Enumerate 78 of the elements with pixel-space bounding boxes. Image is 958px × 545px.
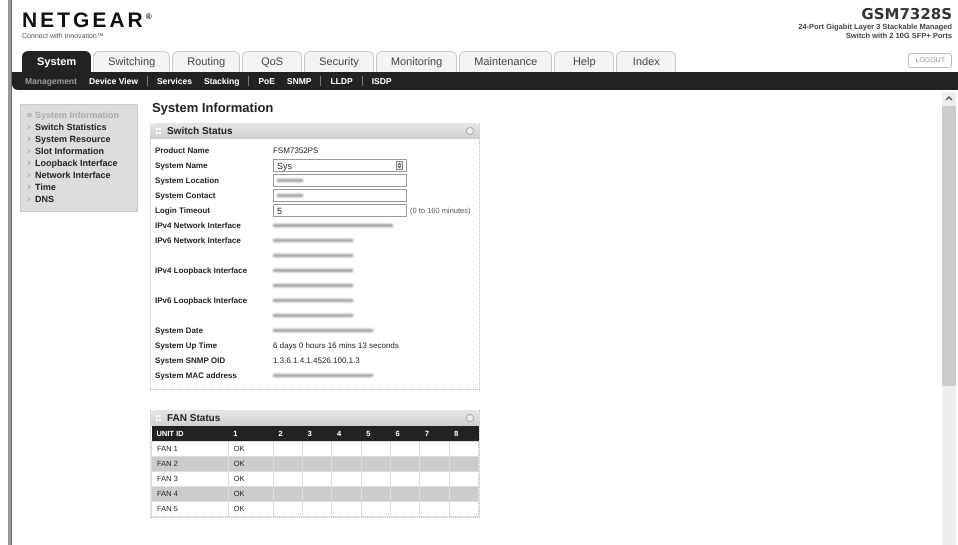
- subnav-link[interactable]: LLDP: [327, 76, 356, 86]
- field-label: System Location: [155, 175, 220, 187]
- nav-tab[interactable]: Monitoring: [376, 51, 458, 72]
- sidebar-item[interactable]: Slot Information: [35, 145, 104, 157]
- panel-header: Switch Status: [150, 123, 480, 139]
- grip-icon[interactable]: [156, 128, 161, 134]
- input-field[interactable]: Sys: [273, 159, 407, 172]
- table-cell: [449, 456, 478, 472]
- table-cell: [332, 456, 362, 472]
- table-cell: [361, 456, 391, 472]
- field-label: System Contact: [155, 190, 216, 202]
- input-field[interactable]: [273, 189, 407, 202]
- field-label: IPv4 Network Interface: [155, 220, 242, 232]
- table-cell: [420, 456, 450, 472]
- table-cell: [390, 486, 420, 502]
- double-chevron-icon: [27, 112, 32, 118]
- scroll-up-icon[interactable]: [945, 95, 953, 101]
- field-label: System Up Time: [155, 340, 218, 352]
- table-cell: [390, 456, 420, 472]
- table-cell: [332, 502, 362, 516]
- sidebar-item[interactable]: Network Interface: [35, 169, 111, 181]
- table-cell: [361, 502, 391, 516]
- nav-tab[interactable]: System: [22, 51, 92, 72]
- field-label: System SNMP OID: [155, 355, 226, 367]
- field-label: IPv4 Loopback Interface: [155, 265, 248, 277]
- panel-header: FAN Status: [150, 410, 480, 426]
- table-cell: [302, 502, 332, 516]
- input-field[interactable]: [273, 174, 407, 187]
- field-value: 1.3.6.1.4.1.4526.100.1.3: [273, 355, 360, 367]
- nav-tab[interactable]: Index: [616, 51, 676, 72]
- subnav-link[interactable]: Services: [154, 76, 195, 86]
- table-cell: [302, 456, 332, 472]
- grip-icon[interactable]: [156, 414, 161, 420]
- table-cell: [449, 486, 478, 502]
- field-label: System MAC address: [155, 370, 238, 382]
- subnav-link[interactable]: PoE: [255, 76, 278, 86]
- field-label: IPv6 Loopback Interface: [155, 295, 248, 307]
- nav-tab[interactable]: Maintenance: [459, 51, 552, 72]
- field-label: System Date: [155, 325, 204, 337]
- help-icon[interactable]: [466, 414, 474, 422]
- table-cell: [273, 502, 303, 516]
- nav-tab[interactable]: QoS: [242, 51, 302, 72]
- table-cell: [302, 486, 332, 502]
- table-cell: [273, 456, 303, 472]
- brand-logo: NETGEAR$^{®}$: [22, 8, 152, 32]
- table-cell: [420, 502, 450, 516]
- help-icon[interactable]: [466, 127, 474, 135]
- subnav-link[interactable]: Management: [22, 76, 80, 86]
- sidebar-item[interactable]: Switch Statistics: [35, 121, 107, 133]
- table-cell: [420, 486, 450, 502]
- nav-tab[interactable]: Switching: [93, 51, 170, 72]
- field-value: FSM7352PS: [273, 145, 318, 157]
- table-cell: [332, 486, 362, 502]
- subnav-link[interactable]: Stacking: [200, 76, 242, 86]
- page-title: System Information: [152, 100, 274, 115]
- nav-tab[interactable]: Routing: [172, 51, 240, 72]
- spinner-icon[interactable]: [396, 161, 403, 170]
- field-value: 6 days 0 hours 16 mins 13 seconds: [273, 340, 399, 352]
- table-cell: [273, 486, 303, 502]
- table-cell: [361, 486, 391, 502]
- nav-tab[interactable]: Security: [304, 51, 374, 72]
- sidebar-item[interactable]: Loopback Interface: [35, 157, 118, 169]
- table-cell: [449, 502, 478, 516]
- field-label: Login Timeout: [155, 205, 211, 217]
- nav-tab[interactable]: Help: [554, 51, 614, 72]
- field-label: Product Name: [155, 145, 210, 157]
- subnav-link[interactable]: ISDP: [368, 76, 395, 86]
- sidebar-item[interactable]: DNS: [35, 193, 54, 205]
- input-field[interactable]: 5: [273, 204, 407, 217]
- table-cell: [390, 502, 420, 516]
- field-label: System Name: [155, 160, 208, 172]
- field-label: IPv6 Network Interface: [155, 235, 242, 247]
- subnav-link[interactable]: Device View: [86, 76, 141, 86]
- subnav-link[interactable]: SNMP: [284, 76, 314, 86]
- model-name: GSM7328S: [860, 6, 952, 22]
- scrollbar[interactable]: [942, 92, 956, 545]
- sidebar-item[interactable]: System Resource: [35, 133, 111, 145]
- sidebar-item[interactable]: Time: [35, 181, 56, 193]
